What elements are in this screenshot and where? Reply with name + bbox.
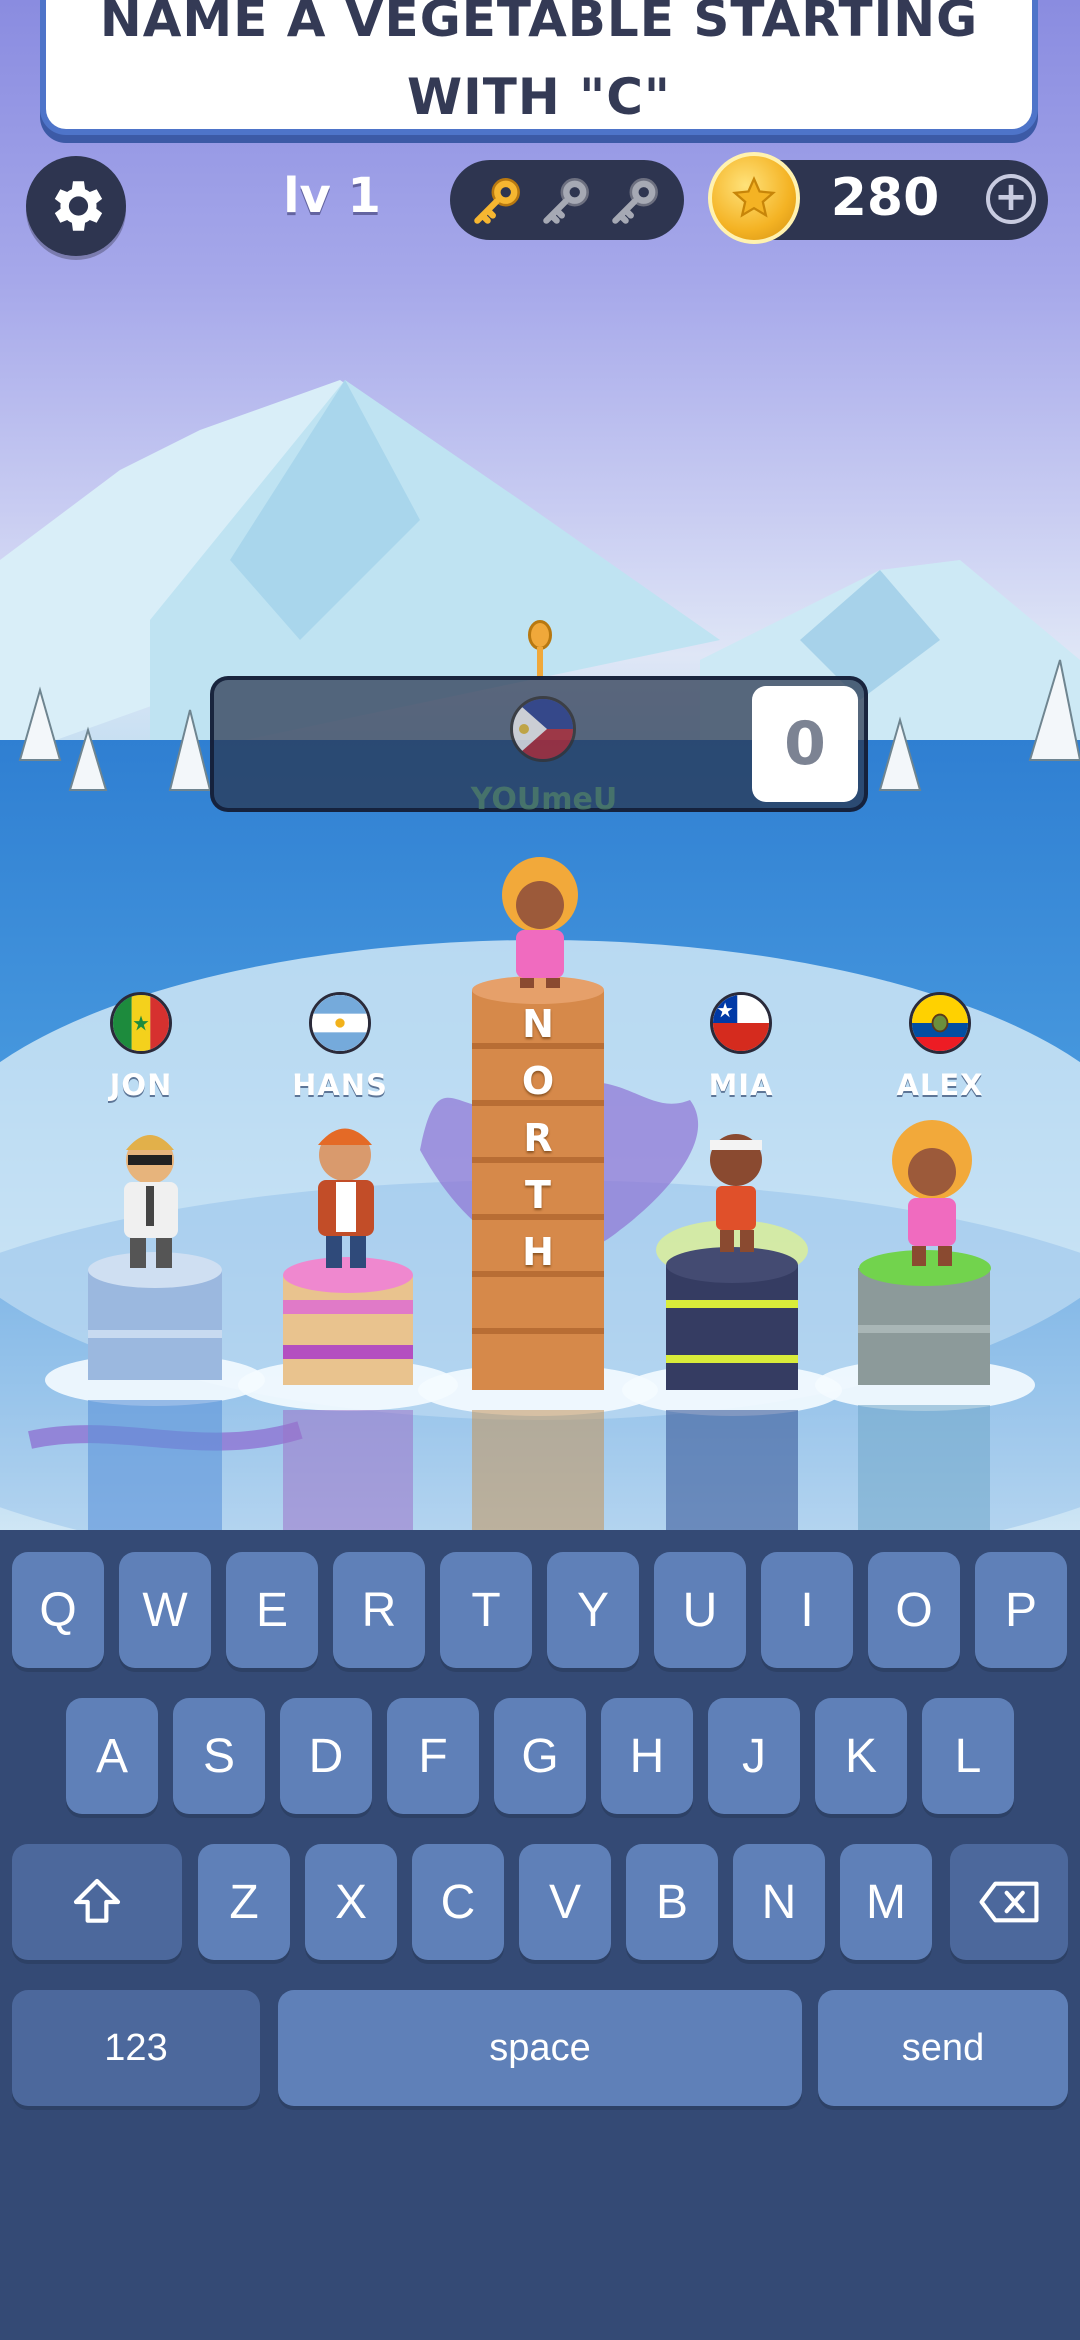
key-x[interactable]: X bbox=[305, 1844, 397, 1960]
player-stacks bbox=[45, 857, 1035, 1530]
tower-letter: R bbox=[523, 1116, 553, 1160]
key-a[interactable]: A bbox=[66, 1698, 158, 1814]
character-you bbox=[502, 857, 578, 988]
key-k[interactable]: K bbox=[815, 1698, 907, 1814]
space-key[interactable]: space bbox=[278, 1990, 802, 2106]
key-u[interactable]: U bbox=[654, 1552, 746, 1668]
tower-word: N O R T H bbox=[472, 1002, 604, 1282]
tower-letter: N bbox=[522, 1002, 554, 1046]
key-s[interactable]: S bbox=[173, 1698, 265, 1814]
shift-key[interactable] bbox=[12, 1844, 182, 1960]
key-z[interactable]: Z bbox=[198, 1844, 290, 1960]
tower-letter: T bbox=[525, 1173, 551, 1217]
key-n[interactable]: N bbox=[733, 1844, 825, 1960]
mia-stack bbox=[622, 1220, 842, 1530]
game-scene: NAME A VEGETABLE STARTING WITH "C" lv 1 bbox=[0, 0, 1080, 1530]
shift-icon bbox=[73, 1878, 121, 1923]
key-b[interactable]: B bbox=[626, 1844, 718, 1960]
key-m[interactable]: M bbox=[840, 1844, 932, 1960]
tower-letter: H bbox=[522, 1230, 554, 1274]
send-button[interactable]: send bbox=[818, 1990, 1068, 2106]
key-i[interactable]: I bbox=[761, 1552, 853, 1668]
key-h[interactable]: H bbox=[601, 1698, 693, 1814]
tower-letter: O bbox=[521, 1059, 555, 1103]
backspace-icon bbox=[979, 1881, 1039, 1923]
alex-stack bbox=[815, 1250, 1035, 1530]
character-jon bbox=[124, 1135, 178, 1268]
key-p[interactable]: P bbox=[975, 1552, 1067, 1668]
key-y[interactable]: Y bbox=[547, 1552, 639, 1668]
numbers-key[interactable]: 123 bbox=[12, 1990, 260, 2106]
key-d[interactable]: D bbox=[280, 1698, 372, 1814]
key-l[interactable]: L bbox=[922, 1698, 1014, 1814]
jon-stack bbox=[45, 1252, 265, 1530]
key-t[interactable]: T bbox=[440, 1552, 532, 1668]
key-e[interactable]: E bbox=[226, 1552, 318, 1668]
keyboard: Q W E R T Y U I O P A S D F G H J K L Z … bbox=[0, 1530, 1080, 2340]
key-q[interactable]: Q bbox=[12, 1552, 104, 1668]
key-g[interactable]: G bbox=[494, 1698, 586, 1814]
key-o[interactable]: O bbox=[868, 1552, 960, 1668]
key-c[interactable]: C bbox=[412, 1844, 504, 1960]
character-hans bbox=[318, 1128, 374, 1268]
key-w[interactable]: W bbox=[119, 1552, 211, 1668]
key-j[interactable]: J bbox=[708, 1698, 800, 1814]
key-r[interactable]: R bbox=[333, 1552, 425, 1668]
key-v[interactable]: V bbox=[519, 1844, 611, 1960]
key-f[interactable]: F bbox=[387, 1698, 479, 1814]
backspace-key[interactable] bbox=[950, 1844, 1068, 1960]
character-alex bbox=[892, 1120, 972, 1266]
